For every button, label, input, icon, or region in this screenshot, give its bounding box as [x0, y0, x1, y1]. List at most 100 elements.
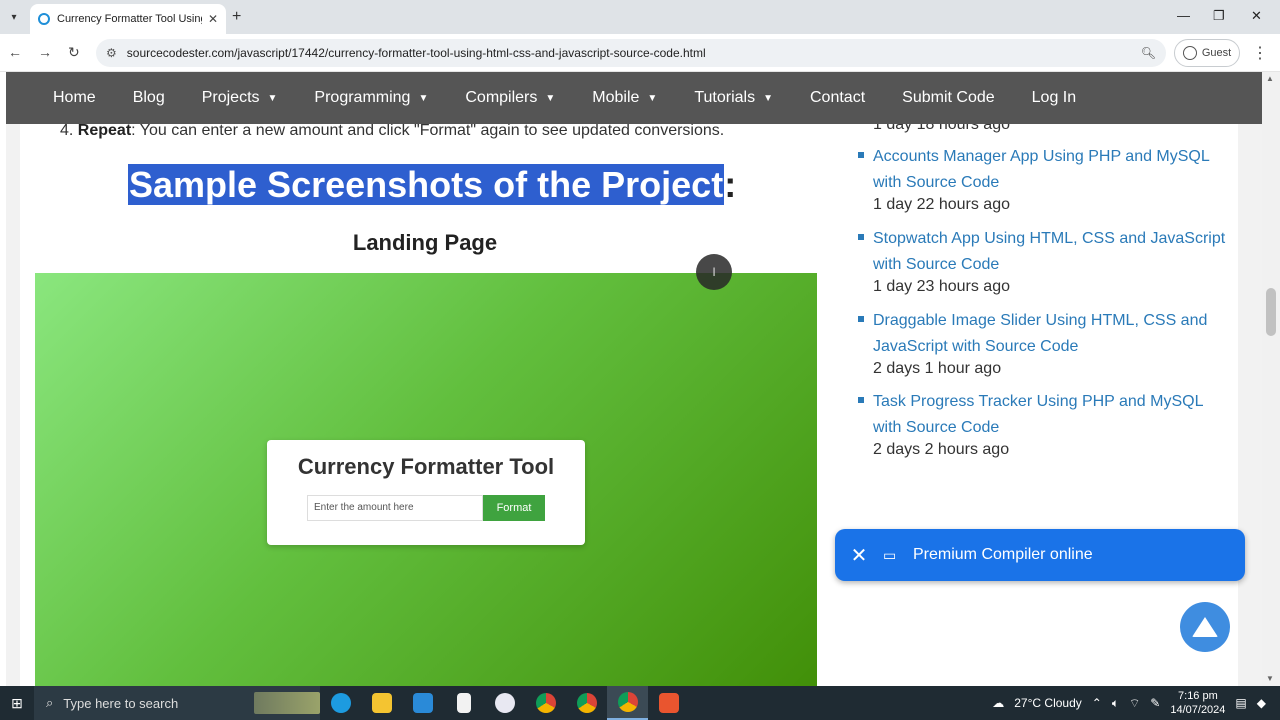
restore-icon[interactable]: ❐ — [1213, 8, 1225, 24]
url-text[interactable]: sourcecodester.com/javascript/17442/curr… — [127, 46, 1141, 60]
back-arrow-icon[interactable]: ← — [8, 44, 22, 60]
nav-item-contact[interactable]: Contact — [810, 89, 865, 107]
tab-search-chevron-icon[interactable]: ▾ — [4, 6, 24, 28]
chevron-down-icon: ▼ — [545, 92, 556, 104]
scroll-up-arrow-icon[interactable]: ▲ — [1266, 74, 1274, 83]
weather-icon: ☁ — [992, 696, 1005, 710]
devices-icon: ▭ — [883, 546, 897, 563]
card-title: Currency Formatter Tool — [297, 454, 555, 479]
scrollbar-thumb[interactable] — [1266, 288, 1276, 336]
nav-item-mobile[interactable]: Mobile ▼ — [592, 89, 657, 107]
left-gutter — [6, 124, 20, 686]
nav-item-programming[interactable]: Programming ▼ — [314, 89, 428, 107]
chevron-down-icon: ▼ — [763, 92, 773, 104]
nav-item-submit-code[interactable]: Submit Code — [902, 89, 995, 107]
nav-label: Compilers — [465, 89, 538, 106]
chrome-active-icon[interactable] — [607, 686, 648, 720]
post-link[interactable]: Task Progress Tracker Using PHP and MySQ… — [873, 389, 1228, 441]
clock-date: 14/07/2024 — [1170, 704, 1226, 716]
chevron-down-icon: ▼ — [418, 92, 429, 104]
page-scrollbar[interactable]: ▲ ▼ — [1262, 72, 1280, 686]
volume-icon[interactable]: 🔈︎ — [1112, 696, 1119, 711]
post-time: 1 day 23 hours ago — [873, 278, 1010, 295]
taskbar-clock[interactable]: 7:16 pm 14/07/2024 — [1170, 689, 1225, 717]
chrome-profile-icon[interactable] — [566, 686, 607, 720]
vscode-icon[interactable] — [402, 686, 443, 720]
recorder-app-icon[interactable] — [648, 686, 689, 720]
post-time: 1 day 22 hours ago — [873, 196, 1010, 213]
nav-item-blog[interactable]: Blog — [133, 89, 165, 107]
zoom-magnifier-icon[interactable]: 🔍︎ — [1141, 46, 1156, 60]
windows-taskbar: ⊞ ⌕ Type here to search ☁ 27°C Cloudy ⌃ … — [0, 686, 1280, 720]
close-tab-icon[interactable]: ✕ — [208, 12, 218, 26]
step-description: : You can enter a new amount and click "… — [131, 124, 725, 139]
nav-label: Mobile — [592, 89, 640, 106]
nav-label: Blog — [132, 89, 165, 106]
search-placeholder: Type here to search — [63, 695, 179, 711]
post-time: 2 days 1 hour ago — [873, 360, 1002, 377]
page-content: 4. Repeat: You can enter a new amount an… — [0, 124, 1262, 686]
site-favicon-icon — [38, 13, 50, 25]
new-tab-plus-icon[interactable]: + — [232, 8, 241, 26]
tray-overflow-icon[interactable]: ⌃ — [1092, 696, 1102, 710]
notifications-icon[interactable]: ▤ — [1235, 696, 1246, 710]
step-bold-label: Repeat — [77, 124, 132, 139]
browser-tab[interactable]: Currency Formatter Tool Using ✕ — [30, 4, 226, 34]
nav-label: Log In — [1031, 89, 1077, 106]
forward-arrow-icon[interactable]: → — [38, 44, 52, 60]
browser-toolbar: ← → ↻ ⚙ sourcecodester.com/javascript/17… — [0, 34, 1280, 72]
format-button-image: Format — [483, 495, 545, 521]
post-link[interactable]: Accounts Manager App Using PHP and MySQL… — [873, 144, 1228, 196]
bullet-icon — [858, 316, 864, 322]
nav-label: Tutorials — [694, 89, 756, 106]
formatter-card: Currency Formatter Tool Enter the amount… — [267, 440, 585, 545]
address-bar[interactable]: ⚙ sourcecodester.com/javascript/17442/cu… — [96, 39, 1166, 67]
nav-label: Contact — [810, 89, 866, 106]
copilot-icon[interactable]: ◆ — [1257, 696, 1266, 710]
arrow-up-icon — [1192, 617, 1218, 637]
project-screenshot-image: Currency Formatter Tool Enter the amount… — [35, 273, 817, 686]
app-icon[interactable] — [484, 686, 525, 720]
scroll-to-top-button[interactable] — [1180, 602, 1230, 652]
nav-label: Submit Code — [902, 89, 995, 106]
scroll-down-arrow-icon[interactable]: ▼ — [1266, 674, 1274, 683]
network-icon[interactable]: ⌔ — [1129, 696, 1140, 711]
site-info-icon[interactable]: ⚙ — [106, 46, 117, 60]
premium-compiler-banner[interactable]: ✕ ▭ Premium Compiler online — [835, 529, 1245, 581]
amount-input-image: Enter the amount here — [307, 495, 483, 521]
bullet-icon — [858, 152, 864, 158]
nav-item-log-in[interactable]: Log In — [1032, 89, 1076, 107]
chrome-icon[interactable] — [525, 686, 566, 720]
edge-icon[interactable] — [320, 686, 361, 720]
post-time: 2 days 2 hours ago — [873, 441, 1010, 458]
post-link[interactable]: Draggable Image Slider Using HTML, CSS a… — [873, 308, 1228, 360]
weather-text[interactable]: 27°C Cloudy — [1014, 696, 1082, 710]
nav-item-home[interactable]: Home — [53, 89, 96, 107]
pen-icon[interactable]: ✎ — [1150, 696, 1160, 710]
close-icon[interactable]: ✕ — [835, 543, 883, 568]
file-explorer-icon[interactable] — [361, 686, 402, 720]
minimize-icon[interactable]: — — [1177, 8, 1190, 23]
profile-button[interactable]: Guest — [1174, 39, 1240, 67]
nav-item-tutorials[interactable]: Tutorials ▼ — [694, 89, 773, 107]
nav-item-projects[interactable]: Projects ▼ — [202, 89, 278, 107]
reload-icon[interactable]: ↻ — [68, 44, 80, 61]
windows-start-icon[interactable]: ⊞ — [0, 686, 34, 720]
bullet-icon — [858, 397, 864, 403]
browser-menu-icon[interactable]: ⋮ — [1252, 43, 1268, 63]
profile-label: Guest — [1201, 47, 1232, 59]
text-cursor-icon: I — [696, 254, 732, 290]
selected-heading-text[interactable]: Sample Screenshots of the Project — [128, 164, 725, 205]
right-gutter — [1238, 124, 1262, 686]
post-link[interactable]: Stopwatch App Using HTML, CSS and JavaSc… — [873, 226, 1228, 278]
chevron-down-icon: ▼ — [267, 92, 278, 104]
taskbar-search-box[interactable]: ⌕ Type here to search — [34, 686, 320, 720]
notepad-icon[interactable] — [443, 686, 484, 720]
promo-label: Premium Compiler online — [913, 546, 1093, 563]
close-window-icon[interactable]: ✕ — [1251, 8, 1262, 24]
search-highlight-image — [254, 692, 320, 714]
heading-colon: : — [724, 164, 737, 205]
nav-item-compilers[interactable]: Compilers ▼ — [465, 89, 555, 107]
nav-label: Projects — [201, 89, 260, 106]
section-heading: Sample Screenshots of the Project: — [128, 164, 736, 206]
